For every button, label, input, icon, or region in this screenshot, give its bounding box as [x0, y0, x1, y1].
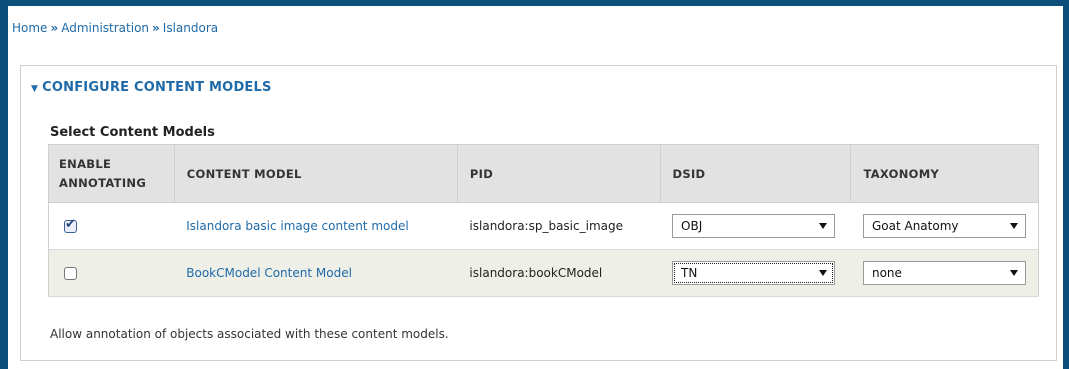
dsid-cell: OBJ	[660, 202, 851, 250]
pid-cell: islandora:bookCModel	[457, 249, 661, 297]
table-row: BookCModel Content Model islandora:bookC…	[48, 249, 1039, 297]
chevron-down-icon	[1003, 215, 1025, 237]
configure-content-models-fieldset: ▼ CONFIGURE CONTENT MODELS Select Content…	[20, 65, 1057, 361]
dsid-select[interactable]: TN	[672, 261, 836, 285]
enable-annotating-checkbox[interactable]	[64, 217, 77, 233]
taxonomy-cell: none	[850, 249, 1039, 297]
dsid-cell: TN	[660, 249, 851, 297]
collapse-triangle-icon: ▼	[31, 84, 39, 94]
breadcrumb-home-link[interactable]: Home	[12, 21, 47, 35]
taxonomy-select[interactable]: none	[862, 261, 1026, 285]
dsid-select-value: TN	[681, 266, 698, 280]
content-model-cell: Islandora basic image content model	[174, 202, 458, 250]
column-header-pid: PID	[456, 144, 661, 203]
enable-cell	[48, 249, 175, 297]
dsid-select-value: OBJ	[681, 219, 703, 233]
content-models-table: ENABLE ANNOTATING CONTENT MODEL PID DSID…	[48, 144, 1039, 297]
column-header-enable-line2: ANNOTATING	[59, 175, 147, 190]
breadcrumb-islandora-link[interactable]: Islandora	[163, 21, 218, 35]
column-header-enable-line1: ENABLE	[59, 156, 112, 171]
chevron-down-icon	[1003, 262, 1025, 284]
pid-cell: islandora:sp_basic_image	[457, 202, 661, 250]
fieldset-description: Allow annotation of objects associated w…	[50, 327, 449, 341]
content-model-link[interactable]: BookCModel Content Model	[186, 266, 352, 280]
column-header-dsid: DSID	[659, 144, 852, 203]
taxonomy-select[interactable]: Goat Anatomy	[862, 214, 1026, 238]
fieldset-legend-label: CONFIGURE CONTENT MODELS	[42, 80, 272, 95]
content-model-cell: BookCModel Content Model	[174, 249, 458, 297]
fieldset-legend-toggle[interactable]: ▼ CONFIGURE CONTENT MODELS	[31, 80, 272, 95]
dsid-select[interactable]: OBJ	[672, 214, 836, 238]
column-header-taxonomy: TAXONOMY	[850, 144, 1039, 203]
chevron-down-icon	[812, 215, 834, 237]
column-header-enable-annotating: ENABLE ANNOTATING	[48, 144, 175, 203]
chevron-down-icon	[812, 262, 834, 284]
enable-annotating-checkbox[interactable]	[64, 267, 77, 280]
breadcrumb-separator: »	[152, 21, 160, 35]
select-content-models-title: Select Content Models	[50, 125, 215, 140]
table-header-row: ENABLE ANNOTATING CONTENT MODEL PID DSID…	[48, 144, 1039, 203]
page: Home» Administration» Islandora ▼ CONFIGURE…	[8, 6, 1063, 369]
taxonomy-cell: Goat Anatomy	[850, 202, 1039, 250]
breadcrumb: Home» Administration» Islandora	[12, 21, 218, 35]
breadcrumb-administration-link[interactable]: Administration	[61, 21, 149, 35]
table-row: Islandora basic image content model isla…	[48, 202, 1039, 250]
taxonomy-select-value: Goat Anatomy	[871, 219, 959, 233]
content-model-link[interactable]: Islandora basic image content model	[186, 219, 408, 233]
enable-cell	[48, 202, 175, 250]
taxonomy-select-value: none	[871, 266, 902, 280]
column-header-content-model: CONTENT MODEL	[173, 144, 458, 203]
breadcrumb-separator: »	[50, 21, 59, 35]
